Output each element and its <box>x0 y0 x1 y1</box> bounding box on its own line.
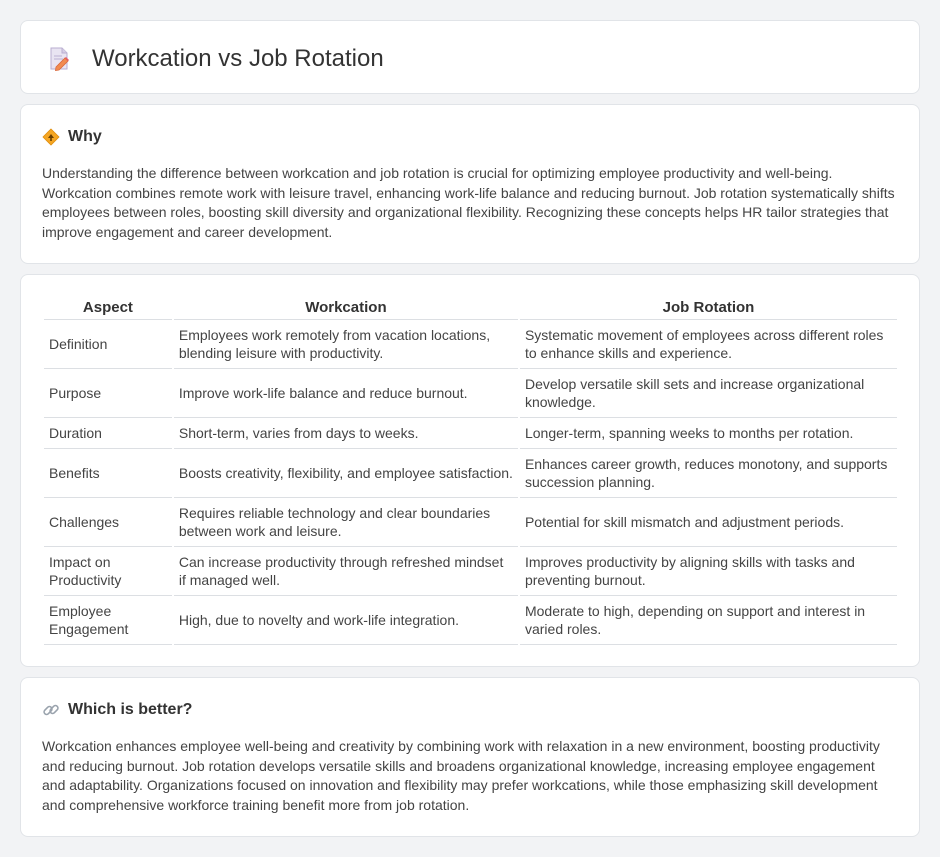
table-row: Benefits Boosts creativity, flexibility,… <box>44 449 897 498</box>
why-heading: Why <box>42 127 102 147</box>
page-title: Workcation vs Job Rotation <box>92 45 384 72</box>
aspect-cell: Duration <box>44 418 172 449</box>
comparison-section: Aspect Workcation Job Rotation Definitio… <box>20 274 920 667</box>
link-icon <box>42 701 60 719</box>
why-section: Why Understanding the difference between… <box>20 104 920 264</box>
header-card: Workcation vs Job Rotation <box>20 20 920 94</box>
job-rotation-cell: Potential for skill mismatch and adjustm… <box>519 498 897 547</box>
diamond-direction-icon <box>42 128 60 146</box>
aspect-cell: Employee Engagement <box>44 596 172 645</box>
aspect-cell: Challenges <box>44 498 172 547</box>
comparison-table: Aspect Workcation Job Rotation Definitio… <box>42 297 899 645</box>
table-row: Definition Employees work remotely from … <box>44 320 897 369</box>
column-header-aspect: Aspect <box>44 297 172 320</box>
document-pencil-icon <box>48 47 70 71</box>
aspect-cell: Impact on Productivity <box>44 547 172 596</box>
which-is-better-section: Which is better? Workcation enhances emp… <box>20 677 920 837</box>
workcation-cell: Boosts creativity, flexibility, and empl… <box>173 449 518 498</box>
job-rotation-cell: Enhances career growth, reduces monotony… <box>519 449 897 498</box>
table-row: Impact on Productivity Can increase prod… <box>44 547 897 596</box>
table-row: Purpose Improve work-life balance and re… <box>44 369 897 418</box>
aspect-cell: Purpose <box>44 369 172 418</box>
table-row: Employee Engagement High, due to novelty… <box>44 596 897 645</box>
job-rotation-cell: Longer-term, spanning weeks to months pe… <box>519 418 897 449</box>
workcation-cell: High, due to novelty and work-life integ… <box>173 596 518 645</box>
workcation-cell: Can increase productivity through refres… <box>173 547 518 596</box>
job-rotation-cell: Improves productivity by aligning skills… <box>519 547 897 596</box>
why-heading-label: Why <box>68 128 102 145</box>
column-header-workcation: Workcation <box>173 297 518 320</box>
which-is-better-heading: Which is better? <box>42 700 192 720</box>
job-rotation-cell: Develop versatile skill sets and increas… <box>519 369 897 418</box>
job-rotation-cell: Systematic movement of employees across … <box>519 320 897 369</box>
job-rotation-cell: Moderate to high, depending on support a… <box>519 596 897 645</box>
why-text: Understanding the difference between wor… <box>42 165 895 240</box>
table-header-row: Aspect Workcation Job Rotation <box>44 297 897 320</box>
column-header-job-rotation: Job Rotation <box>519 297 897 320</box>
workcation-cell: Improve work-life balance and reduce bur… <box>173 369 518 418</box>
aspect-cell: Definition <box>44 320 172 369</box>
table-row: Challenges Requires reliable technology … <box>44 498 897 547</box>
workcation-cell: Employees work remotely from vacation lo… <box>173 320 518 369</box>
table-row: Duration Short-term, varies from days to… <box>44 418 897 449</box>
which-is-better-heading-label: Which is better? <box>68 701 193 718</box>
workcation-cell: Short-term, varies from days to weeks. <box>173 418 518 449</box>
aspect-cell: Benefits <box>44 449 172 498</box>
which-is-better-text: Workcation enhances employee well-being … <box>42 738 880 813</box>
workcation-cell: Requires reliable technology and clear b… <box>173 498 518 547</box>
